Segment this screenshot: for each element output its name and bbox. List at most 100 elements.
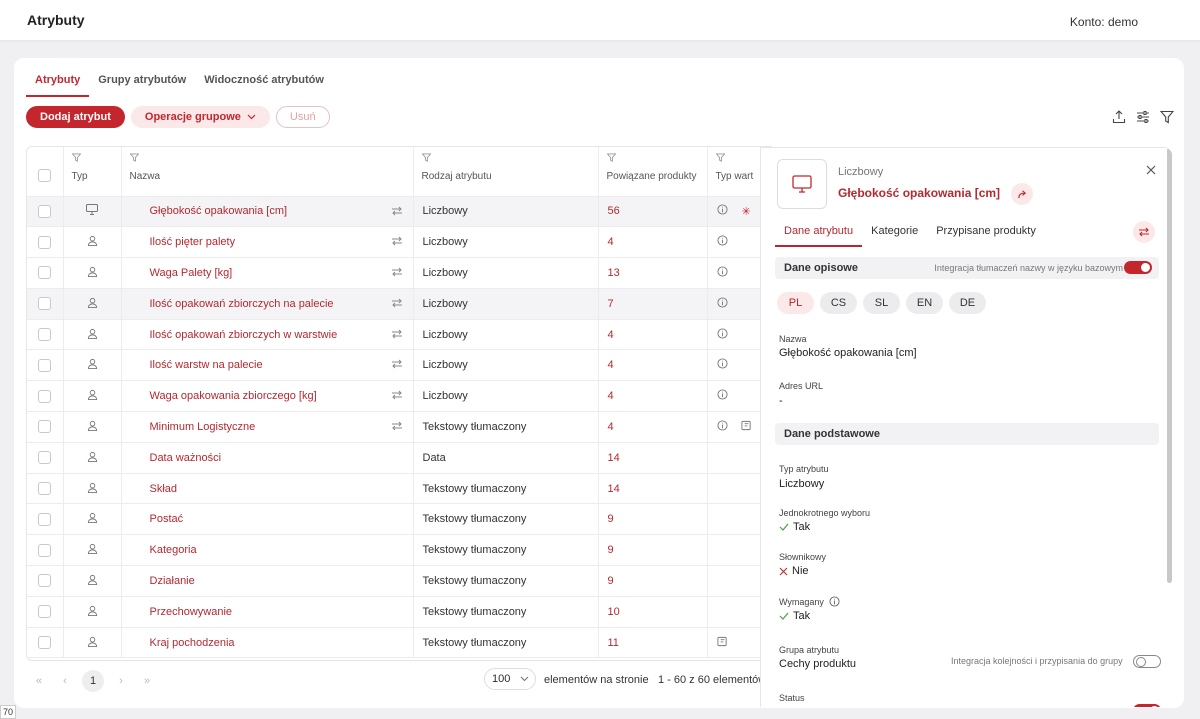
attribute-name-link[interactable]: Ilość opakowań zbiorczych na palecie bbox=[150, 298, 334, 310]
row-linked-count[interactable]: 9 bbox=[598, 503, 708, 536]
attribute-name-link[interactable]: Ilość opakowań zbiorczych w warstwie bbox=[150, 329, 338, 341]
info-icon[interactable] bbox=[716, 235, 728, 249]
tab-categories[interactable]: Kategorie bbox=[862, 223, 927, 247]
info-icon[interactable] bbox=[716, 297, 728, 311]
table-row[interactable]: Postać Tekstowy tłumaczony 9 bbox=[27, 503, 771, 536]
table-row[interactable]: Ilość opakowań zbiorczych na palecie Licz… bbox=[27, 288, 771, 320]
table-row[interactable]: Ilość warstw na palecie Liczbowy 4 bbox=[27, 349, 771, 382]
tab-attributes[interactable]: Atrybuty bbox=[26, 72, 90, 97]
info-icon[interactable] bbox=[716, 328, 728, 342]
swap-icon[interactable] bbox=[391, 359, 403, 372]
attribute-name-link[interactable]: Kategoria bbox=[150, 544, 197, 556]
row-linked-count[interactable]: 10 bbox=[598, 596, 708, 628]
row-linked-count[interactable]: 4 bbox=[598, 226, 708, 259]
table-row[interactable]: Głębokość opakowania [cm] Liczbowy 56 ✳ bbox=[27, 196, 771, 228]
table-row[interactable]: Kraj pochodzenia Tekstowy tłumaczony 11 bbox=[27, 627, 771, 659]
filter-icon[interactable] bbox=[414, 147, 598, 169]
attribute-name-link[interactable]: Waga opakowania zbiorczego [kg] bbox=[150, 390, 317, 402]
lang-de[interactable]: DE bbox=[949, 292, 986, 314]
attribute-name-link[interactable]: Data ważności bbox=[150, 452, 222, 464]
swap-icon[interactable] bbox=[391, 390, 403, 403]
attribute-name-link[interactable]: Minimum Logistyczne bbox=[150, 421, 256, 433]
filter-icon[interactable] bbox=[599, 147, 707, 169]
panel-scrollbar[interactable] bbox=[1167, 148, 1172, 583]
lang-cs[interactable]: CS bbox=[820, 292, 857, 314]
table-row[interactable]: Przechowywanie Tekstowy tłumaczony 10 bbox=[27, 596, 771, 628]
table-row[interactable]: Działanie Tekstowy tłumaczony 9 bbox=[27, 565, 771, 597]
bulk-operations-button[interactable]: Operacje grupowe bbox=[130, 106, 270, 128]
row-checkbox[interactable] bbox=[38, 358, 52, 372]
lang-sl[interactable]: SL bbox=[863, 292, 900, 314]
info-icon[interactable] bbox=[716, 389, 728, 403]
row-linked-count[interactable]: 13 bbox=[598, 257, 708, 289]
export-icon[interactable] bbox=[1112, 110, 1126, 124]
last-page-icon[interactable]: » bbox=[134, 675, 160, 687]
table-row[interactable]: Minimum Logistyczne Tekstowy tłumaczony 4 bbox=[27, 411, 771, 443]
attribute-name-link[interactable]: Waga Palety [kg] bbox=[150, 267, 233, 279]
row-linked-count[interactable]: 4 bbox=[598, 380, 708, 413]
table-row[interactable]: Waga Palety [kg] Liczbowy 13 bbox=[27, 257, 771, 289]
lang-en[interactable]: EN bbox=[906, 292, 943, 314]
info-icon[interactable] bbox=[716, 266, 728, 280]
attribute-name-link[interactable]: Postać bbox=[150, 513, 184, 525]
swap-icon[interactable] bbox=[391, 329, 403, 342]
tab-assigned-products[interactable]: Przypisane produkty bbox=[927, 223, 1045, 247]
row-checkbox[interactable] bbox=[38, 328, 52, 342]
status-toggle[interactable] bbox=[1133, 704, 1161, 707]
table-row[interactable]: Kategoria Tekstowy tłumaczony 9 bbox=[27, 534, 771, 567]
share-button[interactable] bbox=[1011, 183, 1033, 205]
row-linked-count[interactable]: 9 bbox=[598, 565, 708, 597]
table-row[interactable]: Ilość pięter palety Liczbowy 4 bbox=[27, 226, 771, 259]
integration-group-toggle[interactable] bbox=[1133, 655, 1161, 668]
swap-icon[interactable] bbox=[391, 206, 403, 219]
tab-attribute-groups[interactable]: Grupy atrybutów bbox=[89, 72, 195, 97]
row-linked-count[interactable]: 14 bbox=[598, 473, 708, 505]
row-linked-count[interactable]: 11 bbox=[598, 627, 708, 659]
tab-attribute-visibility[interactable]: Widoczność atrybutów bbox=[195, 72, 333, 97]
attribute-name-link[interactable]: Przechowywanie bbox=[150, 606, 233, 618]
row-checkbox[interactable] bbox=[38, 297, 52, 311]
attribute-name-link[interactable]: Działanie bbox=[150, 575, 195, 587]
row-checkbox[interactable] bbox=[38, 636, 52, 650]
tab-attribute-data[interactable]: Dane atrybutu bbox=[775, 223, 863, 247]
row-checkbox[interactable] bbox=[38, 512, 52, 526]
table-row[interactable]: Ilość opakowań zbiorczych w warstwie Licz… bbox=[27, 319, 771, 351]
row-checkbox[interactable] bbox=[38, 574, 52, 588]
row-linked-count[interactable]: 4 bbox=[598, 349, 708, 382]
table-row[interactable]: Data ważności Data 14 bbox=[27, 442, 771, 474]
row-checkbox[interactable] bbox=[38, 266, 52, 280]
row-checkbox[interactable] bbox=[38, 235, 52, 249]
swap-icon[interactable] bbox=[391, 421, 403, 434]
attribute-name-link[interactable]: Skład bbox=[150, 483, 178, 495]
delete-button[interactable]: Usuń bbox=[275, 106, 330, 128]
row-checkbox[interactable] bbox=[38, 204, 52, 218]
info-icon[interactable] bbox=[716, 358, 728, 372]
info-icon[interactable] bbox=[716, 420, 728, 434]
row-checkbox[interactable] bbox=[38, 451, 52, 465]
row-linked-count[interactable]: 4 bbox=[598, 411, 708, 443]
swap-button[interactable] bbox=[1133, 221, 1155, 243]
attribute-name-link[interactable]: Ilość pięter palety bbox=[150, 236, 236, 248]
select-all-checkbox[interactable] bbox=[38, 169, 52, 182]
row-checkbox[interactable] bbox=[38, 389, 52, 403]
filter-icon[interactable] bbox=[1160, 110, 1174, 124]
row-checkbox[interactable] bbox=[38, 543, 52, 557]
add-attribute-button[interactable]: Dodaj atrybut bbox=[26, 106, 125, 128]
row-checkbox[interactable] bbox=[38, 482, 52, 496]
table-row[interactable]: Skład Tekstowy tłumaczony 14 bbox=[27, 473, 771, 505]
swap-icon[interactable] bbox=[391, 236, 403, 249]
prev-page-icon[interactable]: ‹ bbox=[52, 675, 78, 687]
page-size-select[interactable]: 100 bbox=[484, 668, 536, 690]
table-row[interactable]: Waga opakowania zbiorczego [kg] Liczbowy 4 bbox=[27, 380, 771, 413]
attribute-name-link[interactable]: Kraj pochodzenia bbox=[150, 637, 235, 649]
lang-pl[interactable]: PL bbox=[777, 292, 814, 314]
row-linked-count[interactable]: 4 bbox=[598, 319, 708, 351]
info-icon[interactable] bbox=[716, 204, 728, 218]
close-icon[interactable] bbox=[1146, 164, 1156, 178]
row-linked-count[interactable]: 9 bbox=[598, 534, 708, 567]
swap-icon[interactable] bbox=[391, 267, 403, 280]
next-page-icon[interactable]: › bbox=[108, 675, 134, 687]
attribute-name-link[interactable]: Ilość warstw na palecie bbox=[150, 359, 263, 371]
filter-icon[interactable] bbox=[122, 147, 413, 169]
page-number[interactable]: 1 bbox=[82, 670, 104, 692]
